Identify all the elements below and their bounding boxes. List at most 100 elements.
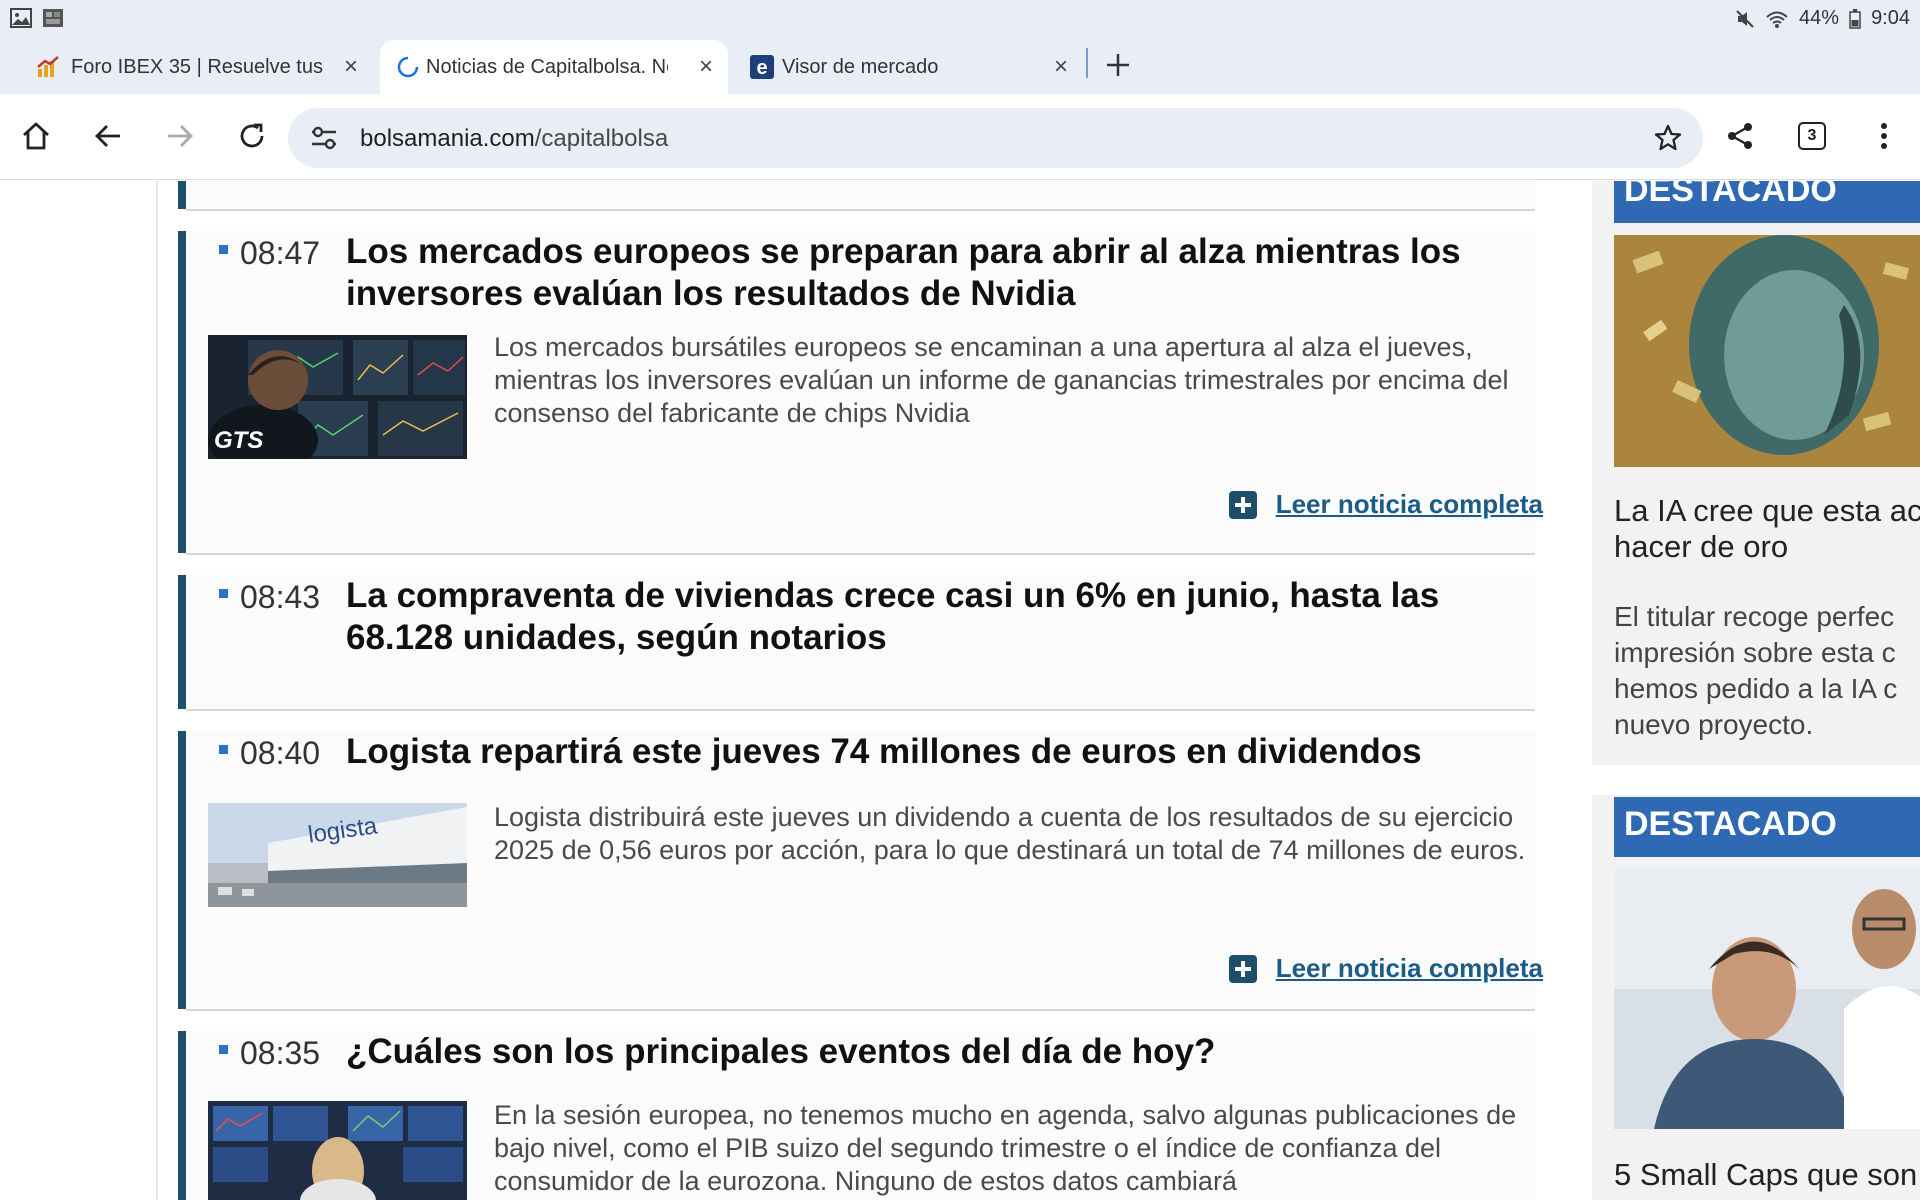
news-thumbnail[interactable] [208,1101,467,1200]
news-item: 08:47 Los mercados europeos se preparan … [178,231,1543,553]
news-item: 08:40 Logista repartirá este jueves 74 m… [178,731,1543,1009]
plus-square-icon [1228,490,1257,519]
status-bar: 44% 9:04 [0,0,1920,36]
chart-favicon [37,56,59,77]
featured-image[interactable] [1614,235,1920,467]
news-thumbnail[interactable]: logista [208,803,467,907]
featured-excerpt-line: nuevo proyecto. [1614,709,1814,740]
featured-excerpt-line: impresión sobre esta c [1614,637,1896,668]
news-summary: Logista distribuirá este jueves un divid… [494,802,1526,865]
featured-title-line: hacer de oro [1614,529,1789,564]
tab-capitalbolsa[interactable]: Noticias de Capitalbolsa. Noticias × [380,40,728,94]
more-vert-icon [1881,123,1887,149]
reload-button[interactable] [232,116,272,156]
news-item: 08:35 ¿Cuáles son los principales evento… [178,1031,1535,1200]
battery-percent: 44% [1799,7,1840,29]
reload-icon [240,123,264,148]
featured-image[interactable] [1614,869,1920,1129]
battery-icon [1849,8,1861,29]
bullet [219,745,228,754]
home-icon [23,122,49,150]
read-more-link[interactable]: Leer noticia completa [1276,489,1543,520]
news-summary: En la sesión europea, no tenemos mucho e… [494,1100,1517,1196]
bullet [219,245,228,254]
featured-title[interactable]: 5 Small Caps que son [1614,1157,1920,1193]
web-page: 08:47 Los mercados europeos se preparan … [0,181,1920,1200]
featured-excerpt: El titular recoge perfec impresión sobre… [1614,599,1920,743]
menu-button[interactable] [1864,116,1904,156]
site-settings-icon[interactable] [310,125,338,151]
address-bar[interactable]: bolsamania.com/capitalbolsa [288,108,1703,168]
featured-title-line: 5 Small Caps que son [1614,1157,1918,1192]
trading-floor-image [208,1101,467,1200]
loading-spinner-icon [397,56,419,78]
featured-excerpt-line: El titular recoge perfec [1614,601,1895,632]
wifi-icon [1766,11,1788,28]
tab-count-badge: 3 [1798,122,1826,150]
news-headline[interactable]: Logista repartirá este jueves 74 millone… [346,731,1546,773]
news-summary: Los mercados bursátiles europeos se enca… [494,332,1509,428]
url-text[interactable]: bolsamania.com/capitalbolsa [360,125,668,153]
news-time: 08:40 [240,735,321,771]
bookmark-star-icon[interactable] [1653,123,1683,153]
divider [186,553,1535,555]
ai-gold-head-image [1614,235,1920,467]
divider [186,209,1535,211]
tab-separator [1086,48,1088,78]
bullet [219,589,228,598]
read-more[interactable]: Leer noticia completa [1228,489,1543,520]
plus-square-icon [1228,954,1257,983]
news-thumbnail[interactable]: GTS [208,335,467,459]
tab-strip: Foro IBEX 35 | Resuelve tus × Noticias d… [0,36,1920,94]
featured-badge: DESTACADO [1614,181,1920,223]
news-time: 08:43 [240,579,321,615]
back-button[interactable] [88,116,128,156]
read-more-link[interactable]: Leer noticia completa [1276,953,1543,984]
bullet [219,1045,228,1054]
news-headline[interactable]: ¿Cuáles son los principales eventos del … [346,1031,1546,1073]
url-host: bolsamania.com [360,125,535,152]
featured-title-line: La IA cree que esta ac [1614,493,1920,528]
tab-title: Foro IBEX 35 | Resuelve tus [71,56,323,78]
close-tab-icon[interactable]: × [1048,54,1074,80]
news-time: 08:47 [240,235,321,271]
news-headline[interactable]: La compraventa de viviendas crece casi u… [346,575,1546,659]
new-tab-icon[interactable] [1105,52,1131,78]
tab-foro-ibex[interactable]: Foro IBEX 35 | Resuelve tus × [0,40,370,94]
tab-title: Noticias de Capitalbolsa. Noticias [426,56,668,78]
photos-notification-icon [43,9,63,27]
office-workers-image [1614,869,1920,1129]
news-time: 08:35 [240,1035,321,1071]
news-headline[interactable]: Los mercados europeos se preparan para a… [346,231,1546,315]
arrow-right-icon [168,125,193,147]
clock: 9:04 [1871,7,1910,29]
gallery-notification-icon [10,8,32,28]
share-button[interactable] [1720,116,1760,156]
thumbnail-logo-text: GTS [214,427,264,454]
news-item: 08:43 La compraventa de viviendas crece … [178,575,1535,709]
divider [186,709,1535,711]
featured-title[interactable]: La IA cree que esta ac hacer de oro [1614,493,1920,565]
read-more[interactable]: Leer noticia completa [1228,953,1543,984]
featured-badge: DESTACADO [1614,797,1920,857]
close-tab-icon[interactable]: × [693,54,719,80]
forward-button[interactable] [160,116,200,156]
arrow-left-icon [95,125,120,147]
tab-title: Visor de mercado [782,56,939,78]
column-rule [156,181,158,1200]
featured-card[interactable]: DESTACADO La IA cree que esta ac hacer d… [1592,181,1920,765]
browser-toolbar: bolsamania.com/capitalbolsa 3 [0,94,1920,180]
news-item-fragment [178,181,1535,209]
featured-card[interactable]: DESTACADO 5 Small Caps que son [1592,795,1920,1200]
home-button[interactable] [16,116,56,156]
url-path: /capitalbolsa [534,125,669,152]
mute-icon [1736,9,1754,28]
tab-switcher-button[interactable]: 3 [1792,116,1832,156]
featured-excerpt-line: hemos pedido a la IA c [1614,673,1898,704]
tab-visor-mercado[interactable]: e Visor de mercado × [740,40,1080,94]
divider [186,1009,1535,1011]
svg-text:e: e [756,57,767,79]
tab-count: 3 [1807,127,1817,144]
e-favicon: e [750,55,774,79]
close-tab-icon[interactable]: × [338,54,364,80]
